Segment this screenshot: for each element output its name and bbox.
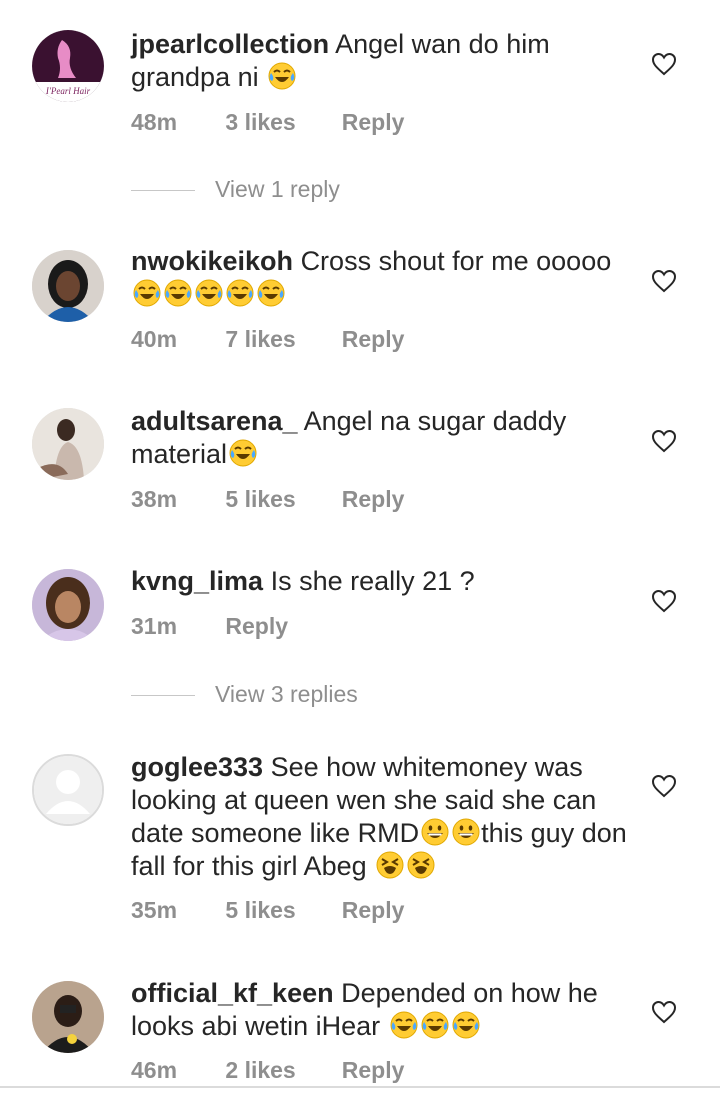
- comment-time: 48m: [131, 109, 178, 135]
- comment-time: 35m: [131, 897, 178, 923]
- tired-face-icon: [375, 850, 405, 880]
- heart-outline-icon[interactable]: [651, 774, 677, 798]
- comment-text: goglee333 See how whitemoney was looking…: [131, 751, 636, 883]
- reply-button[interactable]: Reply: [342, 326, 405, 353]
- comment-username[interactable]: jpearlcollection: [131, 29, 329, 59]
- reply-button[interactable]: Reply: [225, 613, 288, 640]
- comment-text: kvng_lima Is she really 21 ?: [131, 565, 631, 598]
- default-avatar-icon: [34, 756, 102, 824]
- grinning-face-icon: [420, 817, 450, 847]
- comment-text: official_kf_keen Depended on how he look…: [131, 977, 631, 1043]
- reply-button[interactable]: Reply: [342, 109, 405, 136]
- comment-meta: 40m 7 likes Reply: [131, 326, 404, 353]
- view-replies-label: View 3 replies: [215, 681, 358, 707]
- reply-button[interactable]: Reply: [342, 486, 405, 513]
- comment-username[interactable]: official_kf_keen: [131, 978, 334, 1008]
- heart-outline-icon[interactable]: [651, 1000, 677, 1024]
- comment-time: 31m: [131, 613, 178, 639]
- face-with-tears-of-joy-icon: [228, 438, 258, 468]
- grinning-face-icon: [451, 817, 481, 847]
- avatar-photo: [32, 250, 104, 322]
- comment-username[interactable]: adultsarena_: [131, 406, 298, 436]
- comment-meta: 38m 5 likes Reply: [131, 486, 404, 513]
- comment-likes[interactable]: 7 likes: [225, 326, 335, 353]
- avatar-photo: [32, 408, 104, 480]
- avatar[interactable]: I'Pearl Hair: [32, 30, 104, 102]
- avatar[interactable]: [32, 981, 104, 1053]
- avatar-logo-image: I'Pearl Hair: [32, 30, 104, 102]
- avatar[interactable]: [32, 408, 104, 480]
- face-with-tears-of-joy-icon: [163, 278, 193, 308]
- divider: [0, 1086, 720, 1088]
- comment-username[interactable]: nwokikeikoh: [131, 246, 293, 276]
- avatar[interactable]: [32, 569, 104, 641]
- divider: [131, 190, 195, 191]
- comment-text: jpearlcollection Angel wan do him grandp…: [131, 28, 631, 94]
- view-replies-button[interactable]: View 1 reply: [131, 176, 531, 206]
- view-replies-button[interactable]: View 3 replies: [131, 681, 531, 711]
- face-with-tears-of-joy-icon: [451, 1010, 481, 1040]
- comment-meta: 46m 2 likes Reply: [131, 1057, 404, 1084]
- avatar[interactable]: [32, 250, 104, 322]
- heart-outline-icon[interactable]: [651, 269, 677, 293]
- face-with-tears-of-joy-icon: [225, 278, 255, 308]
- heart-outline-icon[interactable]: [651, 589, 677, 613]
- comment-meta: 35m 5 likes Reply: [131, 897, 404, 924]
- avatar-photo: [32, 981, 104, 1053]
- comment-body: Cross shout for me ooooo: [300, 246, 612, 276]
- comment-likes[interactable]: 5 likes: [225, 486, 335, 513]
- comment-likes[interactable]: 2 likes: [225, 1057, 335, 1084]
- comment-time: 40m: [131, 326, 178, 352]
- avatar[interactable]: [32, 754, 104, 826]
- heart-outline-icon[interactable]: [651, 52, 677, 76]
- view-replies-label: View 1 reply: [215, 176, 340, 202]
- comment-likes[interactable]: 3 likes: [225, 109, 335, 136]
- face-with-tears-of-joy-icon: [256, 278, 286, 308]
- comment-likes[interactable]: 5 likes: [225, 897, 335, 924]
- face-with-tears-of-joy-icon: [267, 61, 297, 91]
- face-with-tears-of-joy-icon: [132, 278, 162, 308]
- comment-text: nwokikeikoh Cross shout for me ooooo: [131, 245, 631, 311]
- avatar-photo: [32, 569, 104, 641]
- tired-face-icon: [406, 850, 436, 880]
- heart-outline-icon[interactable]: [651, 429, 677, 453]
- comment-body: Is she really 21 ?: [270, 566, 475, 596]
- comment-text: adultsarena_ Angel na sugar daddy materi…: [131, 405, 631, 471]
- comment-time: 38m: [131, 486, 178, 512]
- comment-meta: 31m Reply: [131, 613, 288, 640]
- svg-text:I'Pearl Hair: I'Pearl Hair: [45, 86, 91, 96]
- comment-meta: 48m 3 likes Reply: [131, 109, 404, 136]
- comment-username[interactable]: kvng_lima: [131, 566, 263, 596]
- divider: [131, 695, 195, 696]
- face-with-tears-of-joy-icon: [389, 1010, 419, 1040]
- reply-button[interactable]: Reply: [342, 897, 405, 924]
- reply-button[interactable]: Reply: [342, 1057, 405, 1084]
- comment-username[interactable]: goglee333: [131, 752, 263, 782]
- face-with-tears-of-joy-icon: [194, 278, 224, 308]
- face-with-tears-of-joy-icon: [420, 1010, 450, 1040]
- comment-time: 46m: [131, 1057, 178, 1083]
